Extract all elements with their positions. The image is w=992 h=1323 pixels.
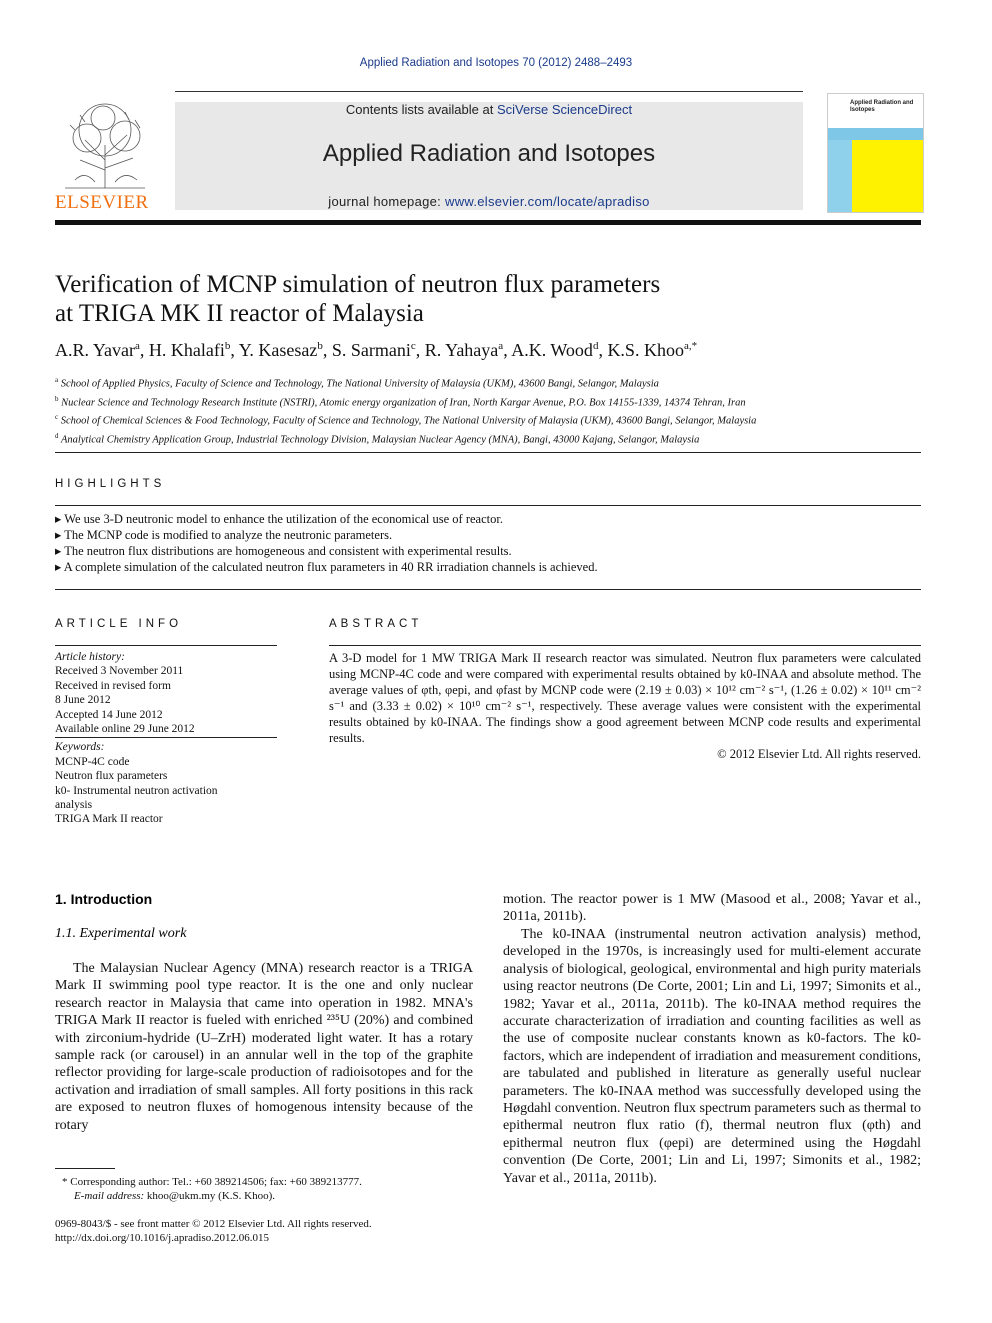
author[interactable]: Y. Kasesazb xyxy=(239,340,323,360)
abstract-label: ABSTRACT xyxy=(329,618,423,630)
history-item: Received 3 November 2011 xyxy=(55,665,184,678)
intro-paragraph-right-1: motion. The reactor power is 1 MW (Masoo… xyxy=(503,892,921,925)
homepage-line: journal homepage: www.elsevier.com/locat… xyxy=(175,194,803,209)
history-item: 8 June 2012 xyxy=(55,694,111,707)
email-label: E-mail address: xyxy=(74,1190,147,1202)
homepage-prefix: journal homepage: xyxy=(328,194,445,209)
divider xyxy=(329,645,921,646)
article-info: Article history: Received 3 November 201… xyxy=(55,650,277,827)
highlight-item: ▸ A complete simulation of the calculate… xyxy=(55,560,598,574)
author[interactable]: H. Khalafib xyxy=(149,340,230,360)
abstract-text: A 3-D model for 1 MW TRIGA Mark II resea… xyxy=(329,651,921,745)
highlight-item: ▸ The neutron flux distributions are hom… xyxy=(55,544,512,558)
intro-paragraph-left: The Malaysian Nuclear Agency (MNA) resea… xyxy=(55,961,473,1133)
homepage-link[interactable]: www.elsevier.com/locate/apradiso xyxy=(445,194,650,209)
article-info-label: ARTICLE INFO xyxy=(55,618,183,630)
affiliation: a School of Applied Physics, Faculty of … xyxy=(55,376,659,390)
highlight-item: ▸ The MCNP code is modified to analyze t… xyxy=(55,528,393,542)
contents-prefix: Contents lists available at xyxy=(345,102,497,117)
cover-blue-block xyxy=(828,140,852,212)
journal-reference[interactable]: Applied Radiation and Isotopes 70 (2012)… xyxy=(0,57,992,69)
journal-title: Applied Radiation and Isotopes xyxy=(322,140,656,167)
email-link[interactable]: khoo@ukm.my xyxy=(147,1190,216,1202)
copyright: © 2012 Elsevier Ltd. All rights reserved… xyxy=(717,747,921,761)
footnote-rule xyxy=(55,1168,115,1169)
keywords-label: Keywords: xyxy=(55,741,105,754)
header-top-rule xyxy=(175,91,803,92)
sciencedirect-link[interactable]: SciVerse ScienceDirect xyxy=(497,102,632,117)
highlights-label: HIGHLIGHTS xyxy=(55,478,166,490)
cover-yellow-block xyxy=(852,140,923,212)
elsevier-wordmark: ELSEVIER xyxy=(55,192,149,213)
author-list: A.R. Yavara, H. Khalafib, Y. Kasesazb, S… xyxy=(55,340,698,360)
email-suffix: (K.S. Khoo). xyxy=(215,1190,276,1202)
affiliation: c School of Chemical Sciences & Food Tec… xyxy=(55,413,757,427)
author[interactable]: R. Yahayaa xyxy=(425,340,503,360)
title-line-1: Verification of MCNP simulation of neutr… xyxy=(55,271,661,298)
affiliation: b Nuclear Science and Technology Researc… xyxy=(55,394,746,409)
keyword: k0- Instrumental neutron activation xyxy=(55,784,218,797)
contents-line: Contents lists available at SciVerse Sci… xyxy=(175,102,803,117)
highlight-item: ▸ We use 3-D neutronic model to enhance … xyxy=(55,512,503,526)
cover-blue-strip xyxy=(828,128,923,140)
highlights-list: ▸ We use 3-D neutronic model to enhance … xyxy=(55,511,598,575)
subsection-heading-experimental-work: 1.1. Experimental work xyxy=(55,926,187,941)
keyword: analysis xyxy=(55,799,93,812)
cover-title: Applied Radiation and Isotopes xyxy=(850,100,914,113)
author[interactable]: S. Sarmanic xyxy=(332,340,416,360)
issn-line: 0969-8043/$ - see front matter © 2012 El… xyxy=(55,1218,372,1230)
history-label: Article history: xyxy=(55,651,125,663)
keyword: MCNP-4C code xyxy=(55,755,130,768)
keyword: TRIGA Mark II reactor xyxy=(55,813,163,826)
history-item: Accepted 14 June 2012 xyxy=(55,708,163,721)
author[interactable]: A.K. Woodd xyxy=(511,340,598,360)
divider xyxy=(55,645,277,646)
divider xyxy=(55,737,277,739)
journal-cover-thumbnail[interactable]: Applied Radiation and Isotopes xyxy=(827,93,924,213)
divider xyxy=(55,589,921,590)
section-heading-introduction: 1. Introduction xyxy=(55,891,153,907)
article-title: Verification of MCNP simulation of neutr… xyxy=(55,270,925,328)
author[interactable]: A.R. Yavara xyxy=(55,340,140,360)
doi-link[interactable]: http://dx.doi.org/10.1016/j.apradiso.201… xyxy=(55,1231,269,1245)
keyword: Neutron flux parameters xyxy=(55,770,168,783)
email-note: E-mail address: khoo@ukm.my (K.S. Khoo). xyxy=(74,1189,275,1203)
header-thick-rule xyxy=(55,220,921,225)
corresponding-author-note: * Corresponding author: Tel.: +60 389214… xyxy=(62,1176,362,1188)
history-item: Available online 29 June 2012 xyxy=(55,723,195,736)
author[interactable]: K.S. Khooa,* xyxy=(607,340,697,360)
title-line-2: at TRIGA MK II reactor of Malaysia xyxy=(55,300,424,327)
abstract-body: A 3-D model for 1 MW TRIGA Mark II resea… xyxy=(329,650,921,762)
divider xyxy=(55,452,921,453)
intro-paragraph-right-2: The k0-INAA (instrumental neutron activa… xyxy=(503,927,921,1186)
history-item: Received in revised form xyxy=(55,679,171,692)
affiliation: d Analytical Chemistry Application Group… xyxy=(55,431,700,446)
divider xyxy=(55,505,921,506)
affiliations: a School of Applied Physics, Faculty of … xyxy=(55,373,756,447)
